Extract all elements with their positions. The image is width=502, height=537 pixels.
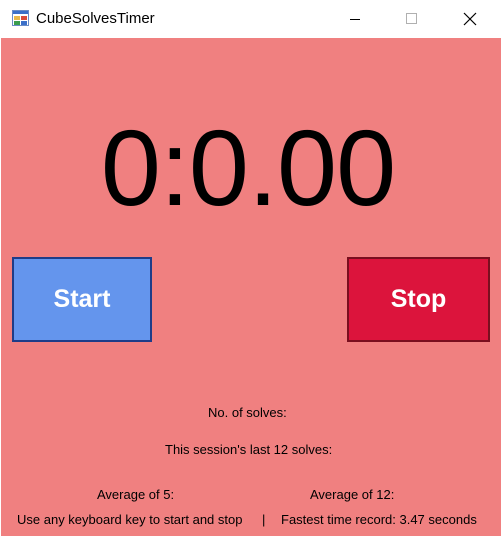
start-button[interactable]: Start — [12, 257, 152, 342]
maximize-icon — [406, 13, 417, 24]
maximize-button[interactable] — [388, 0, 434, 38]
close-button[interactable] — [447, 0, 493, 38]
minimize-button[interactable] — [333, 0, 379, 38]
solves-count-label: No. of solves: — [208, 405, 287, 420]
timer-display: 0:0.00 — [100, 107, 396, 228]
client-area: 0:0.00 Start Stop No. of solves: This se… — [1, 38, 501, 536]
minimize-icon — [350, 19, 360, 20]
fastest-time-label: Fastest time record: 3.47 seconds — [281, 512, 477, 527]
close-icon — [463, 12, 477, 26]
app-window: CubeSolvesTimer 0:0.00 Start Stop No. of… — [0, 0, 502, 537]
window-title: CubeSolvesTimer — [36, 10, 155, 27]
separator: | — [262, 512, 266, 527]
average-of-5-label: Average of 5: — [97, 487, 175, 502]
average-of-12-label: Average of 12: — [310, 487, 395, 502]
keyboard-hint-label: Use any keyboard key to start and stop — [17, 512, 243, 527]
title-bar[interactable]: CubeSolvesTimer — [0, 0, 502, 38]
last-12-solves-label: This session's last 12 solves: — [165, 442, 333, 457]
stop-button[interactable]: Stop — [347, 257, 490, 342]
app-icon — [12, 10, 29, 26]
